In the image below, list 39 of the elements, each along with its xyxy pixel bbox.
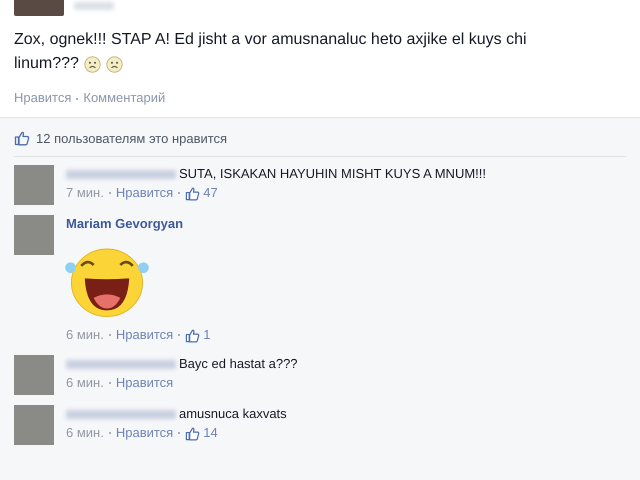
- post-action-link[interactable]: Комментарий: [83, 90, 166, 105]
- commenter-name[interactable]: Mariam Gevorgyan: [66, 215, 184, 233]
- separator-dot: [178, 192, 180, 194]
- thumbs-up-icon: [185, 328, 200, 342]
- comment-text: Bayc ed hastat a???: [179, 355, 298, 373]
- thumbs-up-icon: [185, 186, 200, 200]
- post-text: linum???: [14, 54, 79, 74]
- avatar-photo-placeholder: [14, 0, 64, 16]
- thumbs-up-icon: [14, 130, 30, 146]
- separator-dot: [178, 334, 180, 336]
- likes-summary[interactable]: 12 пользователям это нравится: [36, 130, 228, 146]
- separator-dot: [108, 334, 111, 336]
- avatar-photo-placeholder: [14, 405, 54, 445]
- comment-text: SUTA, ISKAKAN HAYUHIN MISHT KUYS A MNUM!!!: [179, 165, 486, 183]
- thumbs-up-icon: [185, 426, 200, 440]
- avatar-photo-placeholder: [14, 355, 54, 395]
- separator-dot: [76, 98, 78, 100]
- like-link[interactable]: Нравится: [116, 423, 174, 443]
- separator-dot: [108, 382, 111, 384]
- like-link[interactable]: Нравится: [116, 325, 174, 345]
- comment-time: 7 мин.: [66, 184, 104, 202]
- sad-face-icon: [84, 56, 101, 72]
- like-link[interactable]: Нравится: [116, 373, 174, 393]
- separator-dot: [108, 192, 111, 194]
- comment-time: 6 мин.: [66, 424, 104, 442]
- like-link[interactable]: Нравится: [116, 183, 174, 203]
- sad-face-icon: [106, 56, 123, 72]
- comment-time: 6 мин.: [66, 374, 104, 392]
- like-count[interactable]: 14: [203, 423, 218, 443]
- post-text: Zox, ognek!!! STAP A! Ed jisht a vor amusnanaluc heto axjike el kuys chi: [14, 30, 527, 50]
- separator-dot: [108, 432, 111, 434]
- like-count[interactable]: 1: [203, 325, 210, 345]
- avatar-photo-placeholder: [14, 165, 54, 205]
- comment-text: amusnuca kaxvats: [179, 405, 287, 423]
- separator-dot: [178, 432, 180, 434]
- avatar-photo-placeholder: [14, 215, 54, 255]
- post-action-link[interactable]: Нравится: [14, 90, 72, 105]
- comment-time: 6 мин.: [66, 326, 104, 344]
- like-count[interactable]: 47: [203, 183, 218, 203]
